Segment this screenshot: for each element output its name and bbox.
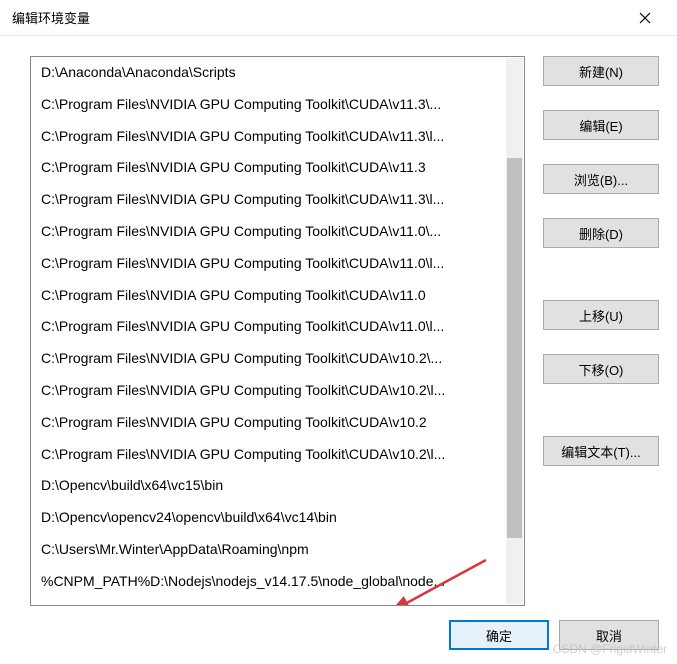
list-item[interactable]: C:\Program Files\NVIDIA GPU Computing To… <box>31 152 506 184</box>
footer: 确定 取消 <box>449 620 659 650</box>
list-item[interactable]: C:\Program Files\NVIDIA GPU Computing To… <box>31 343 506 375</box>
scroll-thumb[interactable] <box>507 158 522 538</box>
edit-button[interactable]: 编辑(E) <box>543 110 659 140</box>
list-item[interactable]: %CURL_HOME%\I386 <box>31 598 506 605</box>
list-item[interactable]: C:\Program Files\NVIDIA GPU Computing To… <box>31 184 506 216</box>
path-listbox[interactable]: D:\Anaconda\Anaconda\ScriptsC:\Program F… <box>30 56 525 606</box>
list-item[interactable]: C:\Users\Mr.Winter\AppData\Roaming\npm <box>31 534 506 566</box>
scrollbar[interactable] <box>506 58 523 604</box>
window-title: 编辑环境变量 <box>12 8 90 27</box>
list-item[interactable]: C:\Program Files\NVIDIA GPU Computing To… <box>31 121 506 153</box>
list-item[interactable]: C:\Program Files\NVIDIA GPU Computing To… <box>31 407 506 439</box>
list-item[interactable]: C:\Program Files\NVIDIA GPU Computing To… <box>31 375 506 407</box>
list-item[interactable]: C:\Program Files\NVIDIA GPU Computing To… <box>31 248 506 280</box>
list-item[interactable]: C:\Program Files\NVIDIA GPU Computing To… <box>31 311 506 343</box>
list-item[interactable]: %CNPM_PATH%D:\Nodejs\nodejs_v14.17.5\nod… <box>31 566 506 598</box>
list-item[interactable]: C:\Program Files\NVIDIA GPU Computing To… <box>31 439 506 471</box>
list-item[interactable]: D:\Anaconda\Anaconda\Scripts <box>31 57 506 89</box>
titlebar: 编辑环境变量 <box>0 0 677 36</box>
list-item[interactable]: C:\Program Files\NVIDIA GPU Computing To… <box>31 216 506 248</box>
edit-text-button[interactable]: 编辑文本(T)... <box>543 436 659 466</box>
browse-button[interactable]: 浏览(B)... <box>543 164 659 194</box>
new-button[interactable]: 新建(N) <box>543 56 659 86</box>
list-item[interactable]: D:\Opencv\opencv24\opencv\build\x64\vc14… <box>31 502 506 534</box>
move-up-button[interactable]: 上移(U) <box>543 300 659 330</box>
content-area: D:\Anaconda\Anaconda\ScriptsC:\Program F… <box>0 36 677 606</box>
list-item[interactable]: D:\Opencv\build\x64\vc15\bin <box>31 470 506 502</box>
buttons-column: 新建(N) 编辑(E) 浏览(B)... 删除(D) 上移(U) 下移(O) 编… <box>543 56 659 606</box>
cancel-button[interactable]: 取消 <box>559 620 659 650</box>
list-item[interactable]: C:\Program Files\NVIDIA GPU Computing To… <box>31 89 506 121</box>
close-button[interactable] <box>625 3 665 33</box>
list-item[interactable]: C:\Program Files\NVIDIA GPU Computing To… <box>31 280 506 312</box>
close-icon <box>639 12 651 24</box>
move-down-button[interactable]: 下移(O) <box>543 354 659 384</box>
delete-button[interactable]: 删除(D) <box>543 218 659 248</box>
ok-button[interactable]: 确定 <box>449 620 549 650</box>
